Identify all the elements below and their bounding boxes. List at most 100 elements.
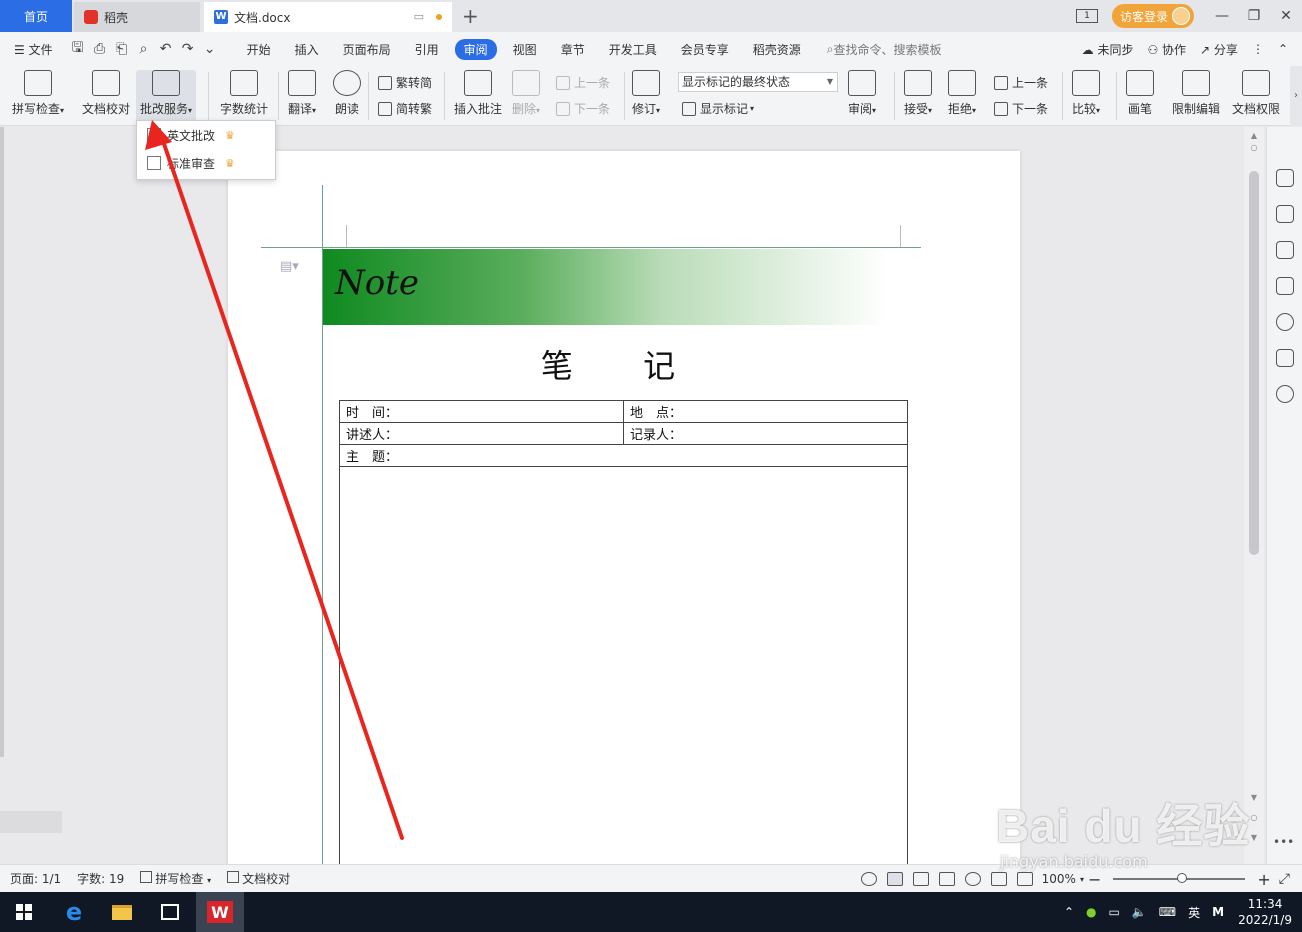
keyboard-icon[interactable]: ⌨ xyxy=(1159,905,1176,919)
file-menu[interactable]: ☰ 文件 xyxy=(14,41,53,58)
robot-icon[interactable] xyxy=(1276,349,1294,367)
eye-protection-icon[interactable] xyxy=(860,872,877,886)
close-icon[interactable]: ✕ xyxy=(1270,8,1302,24)
zoom-slider-knob[interactable] xyxy=(1177,873,1188,883)
sliders-icon[interactable] xyxy=(1276,277,1294,295)
read-aloud-button[interactable]: 朗读 xyxy=(333,70,361,117)
print-icon[interactable]: ⎗ xyxy=(111,41,133,57)
english-correction-item[interactable]: 英文批改 ♛ xyxy=(137,121,275,149)
topic-cell[interactable]: 主 题： xyxy=(339,444,908,467)
spell-check-button[interactable]: 拼写检查▾ xyxy=(12,70,64,117)
rocket-icon[interactable] xyxy=(1276,169,1294,187)
delete-comment-button[interactable]: 删除▾ xyxy=(512,70,540,117)
prev-comment-button[interactable]: 上一条 xyxy=(556,74,610,91)
tray-expand-icon[interactable]: ⌃ xyxy=(1064,905,1074,919)
redo-icon[interactable]: ↷ xyxy=(177,41,199,57)
start-button[interactable] xyxy=(0,892,48,932)
doc-permission-button[interactable]: 文档权限 xyxy=(1232,70,1280,117)
reject-button[interactable]: 拒绝▾ xyxy=(948,70,976,117)
review-service-button[interactable]: 批改服务▾ xyxy=(136,70,197,124)
status-doc-proof[interactable]: 文档校对 xyxy=(227,870,290,887)
recorder-cell[interactable]: 记录人： xyxy=(623,422,908,445)
undo-icon[interactable]: ↶ xyxy=(155,41,177,57)
next-change-button[interactable]: 下一条 xyxy=(994,100,1048,117)
fullscreen-icon[interactable]: ⤢ xyxy=(1279,871,1290,887)
page-count-icon[interactable]: 1 xyxy=(1075,9,1098,23)
scroll-up-icon[interactable]: ▲ xyxy=(1244,131,1264,140)
word-count-button[interactable]: 字数统计 xyxy=(220,70,268,117)
next-comment-button[interactable]: 下一条 xyxy=(556,100,610,117)
cursor-icon[interactable] xyxy=(1276,241,1294,259)
tab-home[interactable]: 首页 xyxy=(0,0,72,32)
write-mode-icon[interactable] xyxy=(990,872,1007,886)
paragraph-menu-icon[interactable]: ▤▾ xyxy=(280,259,299,274)
web-view-icon[interactable] xyxy=(964,872,981,886)
more-menu-icon[interactable]: ⋮ xyxy=(1252,42,1264,56)
doc-proof-button[interactable]: 文档校对 xyxy=(82,70,130,117)
vertical-scrollbar[interactable]: ▲ ○ ▼ ○ ▼ xyxy=(1244,127,1264,864)
minimize-icon[interactable]: — xyxy=(1206,8,1238,24)
translate-button[interactable]: 翻译▾ xyxy=(288,70,316,117)
ime-mode-icon[interactable]: M xyxy=(1212,905,1224,919)
edit-icon[interactable] xyxy=(1276,205,1294,223)
edge-taskbar-button[interactable]: e xyxy=(50,892,98,932)
zoom-slider[interactable] xyxy=(1113,873,1246,883)
tab-3[interactable]: 引用 xyxy=(415,39,439,60)
status-spell-check[interactable]: 拼写检查 ▾ xyxy=(140,870,211,887)
scroll-page-up-icon[interactable]: ○ xyxy=(1244,143,1264,152)
page-indicator[interactable]: 页面: 1/1 xyxy=(10,870,61,887)
place-cell[interactable]: 地 点： xyxy=(623,400,908,423)
share-button[interactable]: ↗ 分享 xyxy=(1200,41,1238,58)
tab-daoke[interactable]: 稻壳 xyxy=(74,2,200,32)
more-options-icon[interactable]: ••• xyxy=(1273,835,1294,849)
help-icon[interactable] xyxy=(1276,313,1294,331)
word-count-indicator[interactable]: 字数: 19 xyxy=(77,870,124,887)
pen-button[interactable]: 画笔 xyxy=(1126,70,1154,117)
store-taskbar-button[interactable] xyxy=(146,892,194,932)
collab-button[interactable]: ⚇ 协作 xyxy=(1147,41,1186,58)
tab-9[interactable]: 稻壳资源 xyxy=(753,39,801,60)
wps-taskbar-button[interactable]: W xyxy=(196,892,244,932)
collapse-ribbon-icon[interactable]: ⌃ xyxy=(1278,42,1288,56)
simp-to-trad-button[interactable]: 简转繁 xyxy=(378,100,432,117)
show-markup-button[interactable]: 显示标记 ▾ xyxy=(682,100,754,117)
fit-page-icon[interactable] xyxy=(1016,872,1033,886)
ribbon-scroll-right-icon[interactable]: › xyxy=(1290,66,1302,126)
markup-state-select[interactable]: 显示标记的最终状态 ▼ xyxy=(678,72,838,92)
track-changes-button[interactable]: 修订▾ xyxy=(632,70,660,117)
new-tab-button[interactable]: + xyxy=(462,4,479,28)
tab-6[interactable]: 章节 xyxy=(561,39,585,60)
restore-icon[interactable]: ❐ xyxy=(1238,8,1270,24)
tab-7[interactable]: 开发工具 xyxy=(609,39,657,60)
security-tray-icon[interactable]: ● xyxy=(1086,905,1096,919)
tab-1[interactable]: 插入 xyxy=(295,39,319,60)
trad-to-simp-button[interactable]: 繁转简 xyxy=(378,74,432,91)
zoom-in-icon[interactable]: + xyxy=(1257,870,1270,889)
scrollbar-thumb[interactable] xyxy=(1249,171,1259,555)
compare-button[interactable]: 比较▾ xyxy=(1072,70,1100,117)
export-pdf-icon[interactable]: ⎙ xyxy=(89,41,111,57)
insert-comment-button[interactable]: 插入批注 xyxy=(454,70,502,117)
compass-icon[interactable] xyxy=(1276,385,1294,403)
print-preview-icon[interactable]: ⌕ xyxy=(133,41,155,57)
prev-change-button[interactable]: 上一条 xyxy=(994,74,1048,91)
accept-button[interactable]: 接受▾ xyxy=(904,70,932,117)
volume-icon[interactable]: 🔈 xyxy=(1132,905,1147,919)
notes-body-cell[interactable] xyxy=(339,466,908,864)
zoom-out-icon[interactable]: − xyxy=(1088,870,1101,889)
speaker-cell[interactable]: 讲述人： xyxy=(339,422,624,445)
time-cell[interactable]: 时 间： xyxy=(339,400,624,423)
standard-review-item[interactable]: 标准审查 ♛ xyxy=(137,149,275,177)
zoom-level[interactable]: 100% xyxy=(1042,872,1076,886)
tab-2[interactable]: 页面布局 xyxy=(343,39,391,60)
window-pin-icon[interactable]: ▭ xyxy=(414,10,424,23)
restrict-edit-button[interactable]: 限制编辑 xyxy=(1172,70,1220,117)
tab-8[interactable]: 会员专享 xyxy=(681,39,729,60)
clock[interactable]: 11:34 2022/1/9 xyxy=(1238,896,1292,928)
login-button[interactable]: 访客登录 xyxy=(1111,4,1194,28)
tab-0[interactable]: 开始 xyxy=(247,39,271,60)
page-view-icon[interactable] xyxy=(886,872,903,886)
zoom-dropdown-icon[interactable]: ▾ xyxy=(1080,875,1084,884)
document-page[interactable]: ▤▾ Note 笔 记 时 间： 地 点： 讲述人： 记录人： 主 题： xyxy=(228,151,1020,864)
tab-5[interactable]: 视图 xyxy=(513,39,537,60)
